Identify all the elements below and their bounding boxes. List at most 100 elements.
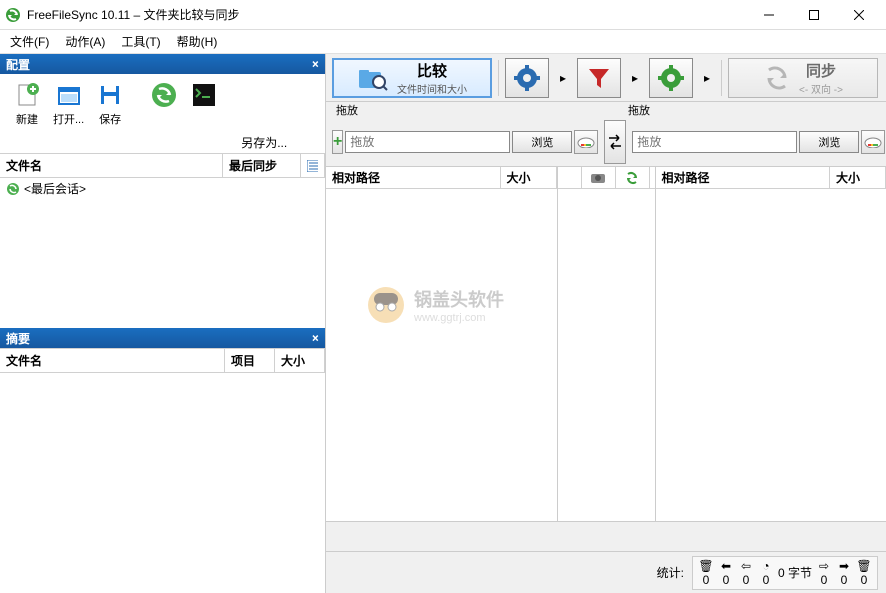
left-col-size[interactable]: 大小 — [501, 167, 557, 188]
compare-settings-button[interactable] — [505, 58, 549, 98]
arrow-left-new-icon: ⇦ — [741, 559, 751, 573]
pie-icon: ◔ — [762, 559, 769, 573]
funnel-icon — [586, 65, 612, 91]
left-browse-button[interactable]: 浏览 — [512, 131, 572, 153]
swap-icon — [605, 132, 625, 152]
saveas-batch-button[interactable] — [185, 78, 223, 130]
minimize-button[interactable] — [746, 0, 791, 30]
session-label: <最后会话> — [24, 180, 86, 197]
menu-actions[interactable]: 动作(A) — [57, 30, 113, 53]
compare-dropdown[interactable]: ▸ — [555, 58, 571, 98]
sync-arrows-icon — [763, 64, 791, 92]
config-col-lastsync[interactable]: 最后同步 — [223, 154, 301, 177]
trash-icon: 🗑 — [698, 559, 713, 573]
config-columns: 文件名 最后同步 — [0, 153, 325, 178]
left-sidebar: 配置 × 新建 打开... 保存 — [0, 54, 326, 593]
menu-tools[interactable]: 工具(T) — [113, 30, 168, 53]
plus-icon: + — [333, 133, 342, 151]
left-grid: 相对路径 大小 锅盖头软件 www.ggtrj.com — [326, 167, 558, 521]
left-grid-body[interactable]: 锅盖头软件 www.ggtrj.com — [326, 189, 557, 521]
save-icon — [96, 81, 124, 109]
right-col-relpath[interactable]: 相对路径 — [656, 167, 831, 188]
stats-group: 🗑0 ⬅0 ⇦0 ◔0 0 字节 ⇨0 ➡0 🗑0 — [692, 556, 878, 590]
config-panel-close-icon[interactable]: × — [312, 57, 319, 71]
open-label: 打开... — [53, 111, 84, 127]
swap-sides-button[interactable] — [604, 120, 626, 164]
summary-panel-close-icon[interactable]: × — [312, 331, 319, 345]
config-panel-header: 配置 × — [0, 54, 325, 74]
middle-grid — [558, 167, 656, 521]
new-button[interactable]: 新建 — [8, 78, 46, 130]
arrow-right-new-icon: ⇨ — [819, 559, 829, 573]
stats-label: 统计: — [657, 564, 684, 581]
compare-title: 比较 — [417, 60, 447, 81]
status-bar: 统计: 🗑0 ⬅0 ⇦0 ◔0 0 字节 ⇨0 ➡0 🗑0 — [326, 551, 886, 593]
sync-settings-button[interactable] — [649, 58, 693, 98]
new-label: 新建 — [16, 111, 38, 127]
menubar: 文件(F) 动作(A) 工具(T) 帮助(H) — [0, 30, 886, 54]
window-title: FreeFileSync 10.11 – 文件夹比较与同步 — [27, 6, 746, 23]
gear-green-icon — [658, 65, 684, 91]
sync-button[interactable]: 同步 <- 双向 -> — [728, 58, 878, 98]
right-path-input[interactable] — [632, 131, 797, 153]
menu-file[interactable]: 文件(F) — [2, 30, 57, 53]
summary-col-size[interactable]: 大小 — [275, 349, 325, 372]
open-icon — [55, 81, 83, 109]
app-icon — [5, 7, 21, 23]
save-button[interactable]: 保存 — [91, 78, 129, 130]
right-col-size[interactable]: 大小 — [830, 167, 886, 188]
right-grid: 相对路径 大小 — [656, 167, 886, 521]
category-icon[interactable] — [582, 167, 616, 188]
config-panel-title: 配置 — [6, 56, 30, 73]
config-col-details-icon[interactable] — [301, 154, 325, 177]
sync-small-icon — [6, 182, 20, 196]
filter-dropdown[interactable]: ▸ — [627, 58, 643, 98]
path-row: + 浏览 浏览 — [326, 118, 886, 166]
add-pair-button[interactable]: + — [332, 130, 343, 154]
titlebar: FreeFileSync 10.11 – 文件夹比较与同步 — [0, 0, 886, 30]
config-toolbar: 新建 打开... 保存 — [0, 74, 325, 134]
left-col-relpath[interactable]: 相对路径 — [326, 167, 501, 188]
sync-subtitle: <- 双向 -> — [799, 81, 843, 96]
open-button[interactable]: 打开... — [48, 78, 89, 130]
right-cloud-button[interactable] — [861, 130, 885, 154]
new-icon — [13, 81, 41, 109]
action-icon[interactable] — [616, 167, 650, 188]
summary-panel-header: 摘要 × — [0, 328, 325, 348]
magnifier-folder-icon — [357, 64, 389, 92]
watermark: 锅盖头软件 www.ggtrj.com — [366, 285, 504, 325]
summary-panel-title: 摘要 — [6, 330, 30, 347]
sync-icon — [150, 81, 178, 109]
summary-list[interactable] — [0, 373, 325, 593]
bytes-label: 0 字节 — [778, 564, 812, 581]
saveas-label: 另存为... — [241, 134, 287, 151]
close-button[interactable] — [836, 0, 881, 30]
maximize-button[interactable] — [791, 0, 836, 30]
sync-title: 同步 — [806, 60, 836, 81]
cloud-icon — [577, 136, 595, 148]
left-cloud-button[interactable] — [574, 130, 598, 154]
batch-icon — [190, 81, 218, 109]
middle-grid-body[interactable] — [558, 189, 655, 521]
main-area: 比较 文件时间和大小 ▸ ▸ ▸ 同步 <- 双向 -> — [326, 54, 886, 593]
arrow-left-icon: ⬅ — [721, 559, 731, 573]
right-browse-button[interactable]: 浏览 — [799, 131, 859, 153]
trash-right-icon: 🗑 — [856, 559, 871, 573]
config-col-name[interactable]: 文件名 — [0, 154, 223, 177]
save-label: 保存 — [99, 111, 121, 127]
right-drop-label: 拖放 — [624, 102, 684, 118]
menu-help[interactable]: 帮助(H) — [169, 30, 226, 53]
summary-columns: 文件名 项目 大小 — [0, 348, 325, 373]
compare-button[interactable]: 比较 文件时间和大小 — [332, 58, 492, 98]
right-grid-body[interactable] — [656, 189, 886, 521]
comparison-grid: 相对路径 大小 锅盖头软件 www.ggtrj.com — [326, 166, 886, 521]
sync-settings-dropdown[interactable]: ▸ — [699, 58, 715, 98]
gear-blue-icon — [514, 65, 540, 91]
summary-col-items[interactable]: 项目 — [225, 349, 275, 372]
saveas-sync-button[interactable] — [145, 78, 183, 130]
left-path-input[interactable] — [345, 131, 510, 153]
config-list[interactable]: <最后会话> — [0, 178, 325, 328]
summary-col-name[interactable]: 文件名 — [0, 349, 225, 372]
filter-button[interactable] — [577, 58, 621, 98]
list-item[interactable]: <最后会话> — [0, 178, 325, 199]
